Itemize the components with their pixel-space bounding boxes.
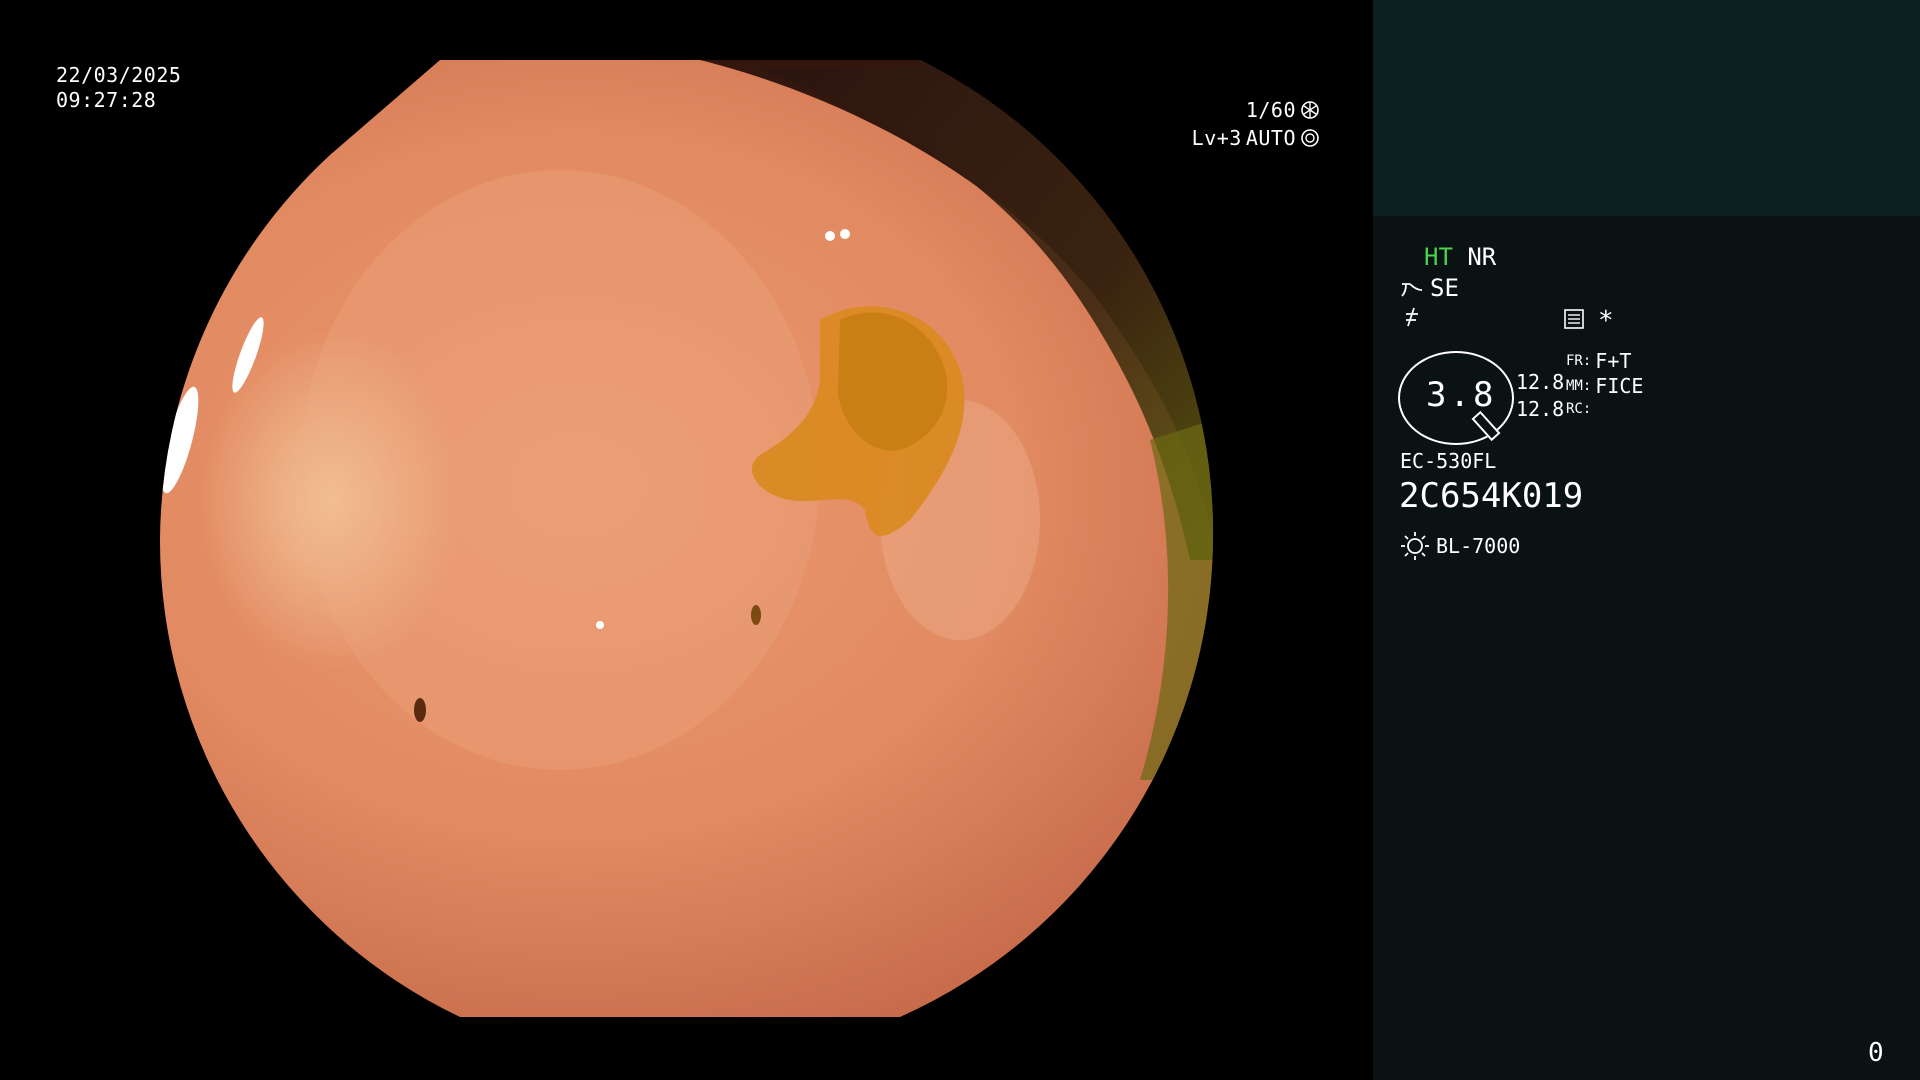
rc-label: RC:	[1566, 401, 1592, 417]
zoom-value: 3.8	[1426, 375, 1497, 415]
structure-enhancement-icon	[1401, 283, 1423, 297]
light-source-text: BL-7000	[1436, 534, 1521, 558]
endoscopic-image	[159, 60, 1214, 1017]
shutter-row: 1/60	[1020, 96, 1320, 124]
scope-model: EC-530FL	[1400, 449, 1497, 473]
mode-text: AUTO	[1245, 125, 1296, 150]
auto-iris-icon	[1301, 129, 1319, 147]
frame-counter: 0	[1868, 1038, 1884, 1068]
endoscopic-image-area: 22/03/2025 09:27:28 1/60 Lv+3 AUTO	[0, 0, 1373, 1080]
shutter-speed: 1/60	[1245, 97, 1296, 122]
exposure-display: 1/60 Lv+3 AUTO	[1020, 96, 1320, 152]
level-text: Lv+3	[1191, 125, 1242, 150]
se-indicator: SE	[1430, 274, 1459, 302]
light-source-row: BL-7000	[1400, 531, 1520, 561]
value-1: 12.8	[1516, 370, 1565, 394]
panel-header-area	[1373, 0, 1920, 216]
date-text: 22/03/2025	[56, 63, 182, 87]
date-time-display: 22/03/2025 09:27:28	[56, 63, 181, 113]
light-source-icon	[1401, 532, 1429, 560]
mm-row: MM: FICE	[1566, 374, 1643, 398]
scope-serial: 2C654K019	[1399, 476, 1584, 516]
value-2: 12.8	[1516, 397, 1565, 421]
rc-row: RC:	[1566, 401, 1595, 417]
nr-indicator: NR	[1467, 243, 1497, 271]
ht-indicator: HT	[1424, 243, 1453, 271]
ht-nr-row: HT NR	[1424, 243, 1496, 271]
fr-row: FR: F+T	[1566, 349, 1631, 373]
mode-row: Lv+3 AUTO	[1020, 124, 1320, 152]
settings-grid-icon	[1564, 309, 1584, 329]
mm-value: FICE	[1595, 374, 1644, 398]
fr-value: F+T	[1595, 349, 1632, 373]
se-row: SE	[1400, 274, 1459, 302]
color-tone-icon	[1406, 307, 1418, 327]
fr-label: FR:	[1566, 353, 1592, 369]
mm-label: MM:	[1566, 378, 1592, 394]
asterisk-indicator: *	[1598, 306, 1614, 336]
shutter-icon	[1301, 101, 1319, 119]
time-text: 09:27:28	[56, 88, 157, 112]
endoscopy-screen: 22/03/2025 09:27:28 1/60 Lv+3 AUTO HT NR…	[0, 0, 1920, 1080]
